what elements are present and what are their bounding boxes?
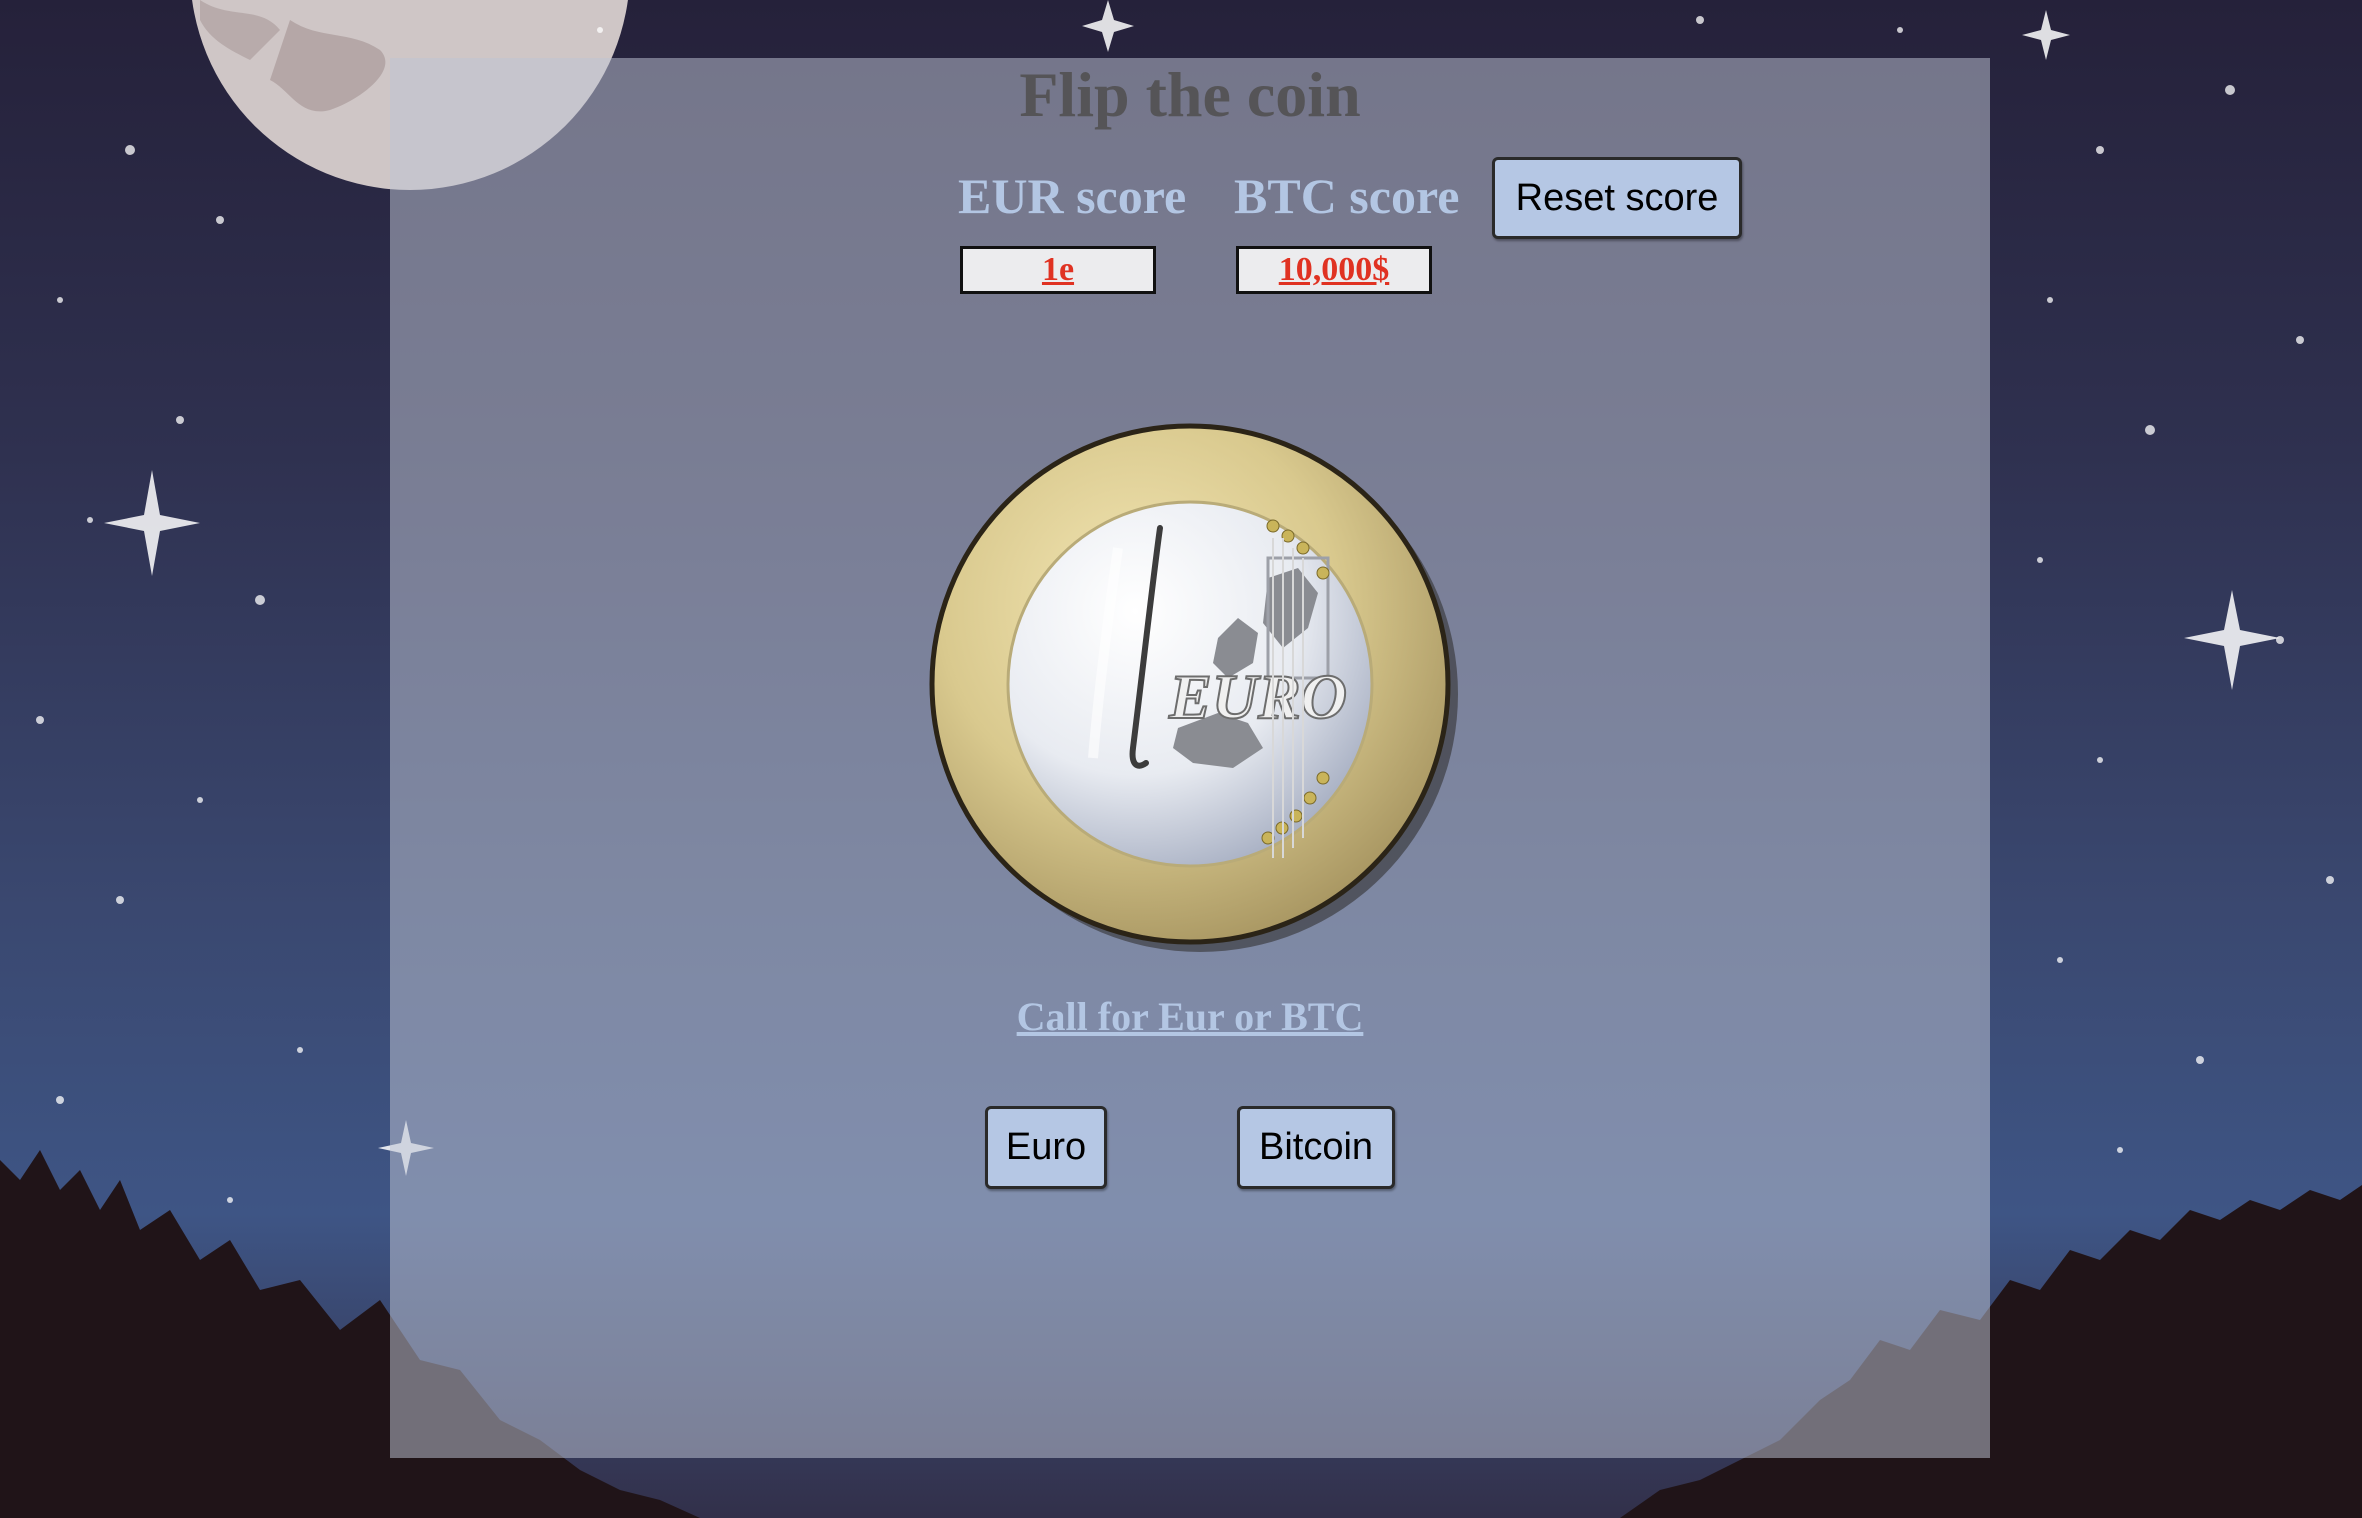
call-prompt-link[interactable]: Call for Eur or BTC (390, 992, 1990, 1042)
page-title: Flip the coin (1019, 59, 1361, 130)
coin-euro-text: EURO (1168, 661, 1347, 732)
euro-choice-button[interactable]: Euro (985, 1106, 1107, 1189)
eur-score-label: EUR score (958, 168, 1187, 224)
btc-score-value: 10,000$ (1236, 246, 1432, 294)
bitcoin-choice-button[interactable]: Bitcoin (1237, 1106, 1395, 1189)
btc-score-label: BTC score (1234, 168, 1460, 224)
eur-score-value: 1e (960, 246, 1156, 294)
reset-score-button[interactable]: Reset score (1492, 157, 1742, 239)
euro-coin-icon[interactable]: EURO (928, 418, 1458, 952)
